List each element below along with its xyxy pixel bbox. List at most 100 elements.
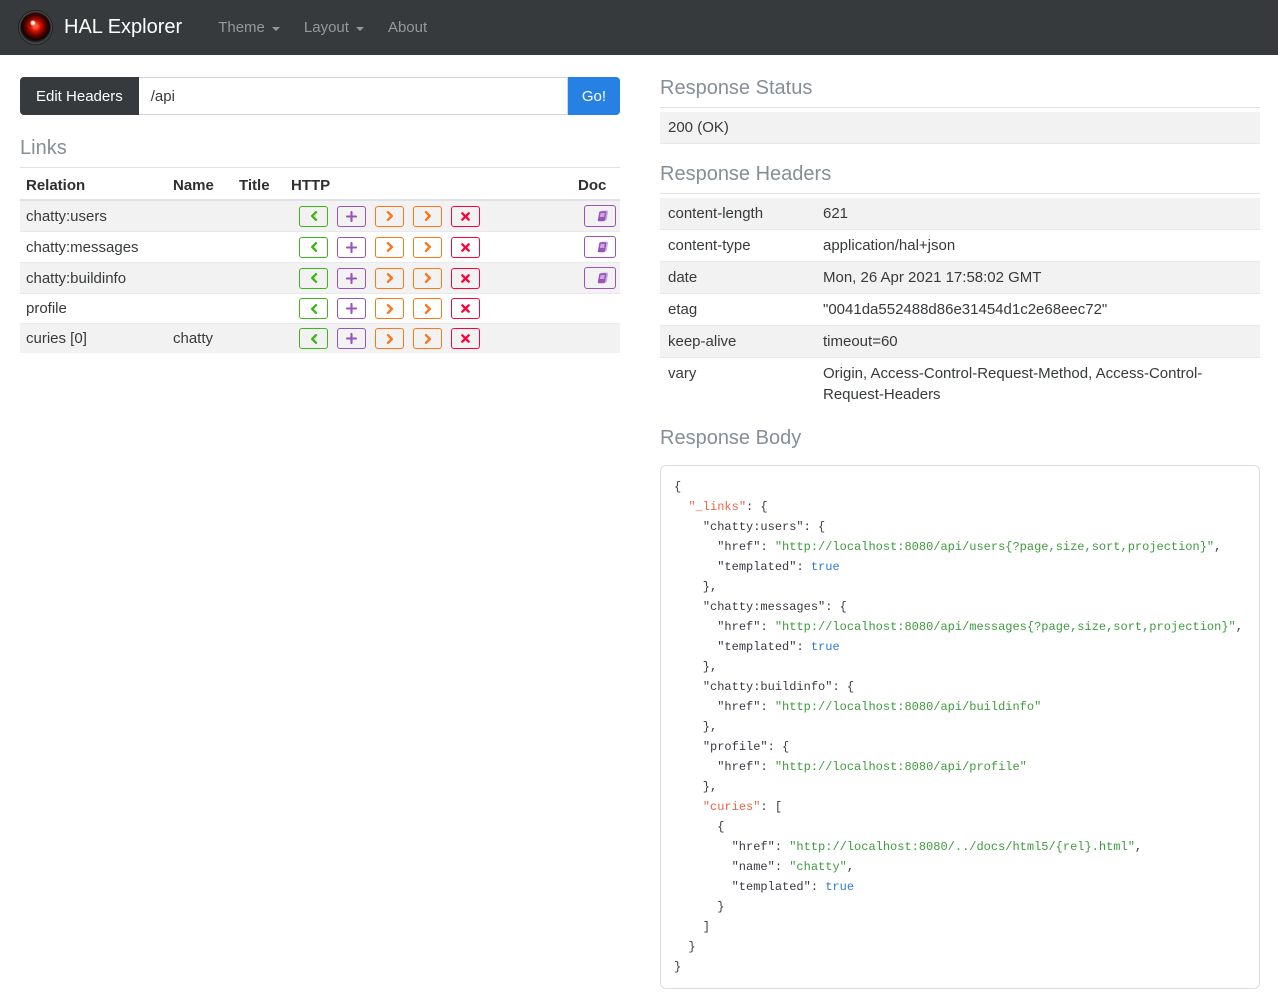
edit-headers-button[interactable]: Edit Headers	[20, 77, 139, 115]
put-request-button[interactable]	[375, 298, 404, 319]
patch-request-button[interactable]	[413, 328, 442, 349]
patch-icon	[423, 304, 433, 314]
post-request-button[interactable]	[337, 328, 366, 349]
get-request-button[interactable]	[299, 206, 328, 227]
column-header-http: HTTP	[285, 172, 572, 200]
header-value-cell: Origin, Access-Control-Request-Method, A…	[815, 358, 1260, 411]
post-icon	[346, 211, 357, 222]
header-name-cell: content-type	[660, 230, 815, 262]
navbar: HAL Explorer Theme Layout About	[0, 0, 1278, 55]
response-status-value: 200 (OK)	[660, 112, 1260, 144]
name-cell	[167, 263, 233, 294]
get-request-button[interactable]	[299, 298, 328, 319]
navbar-menu: Theme Layout About	[206, 11, 439, 44]
doc-button[interactable]	[584, 267, 616, 289]
response-body-json: { "_links": { "chatty:users": { "href": …	[660, 465, 1260, 989]
post-request-button[interactable]	[337, 206, 366, 227]
book-icon	[593, 271, 608, 285]
put-request-button[interactable]	[375, 268, 404, 289]
response-headers-table: content-length621content-typeapplication…	[660, 198, 1260, 410]
doc-button[interactable]	[584, 236, 616, 258]
relation-cell: chatty:buildinfo	[20, 263, 167, 294]
header-value-cell: "0041da552488d86e31454d1c2e68eec72"	[815, 294, 1260, 326]
link-row: chatty:buildinfo	[20, 263, 620, 294]
get-icon	[309, 304, 319, 314]
put-request-button[interactable]	[375, 328, 404, 349]
response-body-title: Response Body	[660, 427, 1260, 457]
put-request-button[interactable]	[375, 237, 404, 258]
patch-icon	[423, 273, 433, 283]
get-request-button[interactable]	[299, 268, 328, 289]
delete-icon	[461, 243, 470, 252]
get-request-button[interactable]	[299, 237, 328, 258]
header-value-cell: timeout=60	[815, 326, 1260, 358]
post-request-button[interactable]	[337, 237, 366, 258]
uri-input[interactable]	[139, 77, 568, 115]
put-icon	[385, 211, 395, 221]
delete-icon	[461, 304, 470, 313]
nav-item-theme[interactable]: Theme	[206, 11, 292, 44]
post-icon	[346, 242, 357, 253]
title-cell	[233, 324, 285, 354]
nav-item-about[interactable]: About	[376, 11, 439, 44]
header-name-cell: etag	[660, 294, 815, 326]
doc-cell	[572, 200, 620, 232]
response-headers-title: Response Headers	[660, 163, 1260, 194]
patch-icon	[423, 334, 433, 344]
patch-request-button[interactable]	[413, 268, 442, 289]
http-buttons-cell	[285, 324, 572, 354]
go-button[interactable]: Go!	[568, 77, 620, 115]
patch-request-button[interactable]	[413, 237, 442, 258]
get-icon	[309, 242, 319, 252]
delete-request-button[interactable]	[451, 328, 480, 349]
nav-item-label: Layout	[304, 19, 349, 36]
book-icon	[593, 240, 608, 254]
response-header-row: etag"0041da552488d86e31454d1c2e68eec72"	[660, 294, 1260, 326]
links-table: Relation Name Title HTTP Doc chatty:user…	[20, 172, 620, 353]
title-cell	[233, 200, 285, 232]
column-header-doc: Doc	[572, 172, 620, 200]
patch-icon	[423, 211, 433, 221]
brand-link[interactable]: HAL Explorer	[19, 11, 182, 44]
delete-icon	[461, 334, 470, 343]
caret-down-icon	[272, 27, 280, 31]
title-cell	[233, 294, 285, 324]
link-row: curies [0]chatty	[20, 324, 620, 354]
header-name-cell: content-length	[660, 198, 815, 230]
title-cell	[233, 263, 285, 294]
nav-item-layout[interactable]: Layout	[292, 11, 376, 44]
delete-request-button[interactable]	[451, 298, 480, 319]
post-request-button[interactable]	[337, 268, 366, 289]
post-request-button[interactable]	[337, 298, 366, 319]
http-buttons-cell	[285, 232, 572, 263]
get-icon	[309, 273, 319, 283]
doc-cell	[572, 232, 620, 263]
http-buttons-cell	[285, 294, 572, 324]
link-row: profile	[20, 294, 620, 324]
delete-request-button[interactable]	[451, 206, 480, 227]
put-icon	[385, 242, 395, 252]
link-row: chatty:users	[20, 200, 620, 232]
doc-cell	[572, 294, 620, 324]
get-request-button[interactable]	[299, 328, 328, 349]
delete-request-button[interactable]	[451, 268, 480, 289]
patch-request-button[interactable]	[413, 298, 442, 319]
doc-button[interactable]	[584, 205, 616, 227]
delete-icon	[461, 274, 470, 283]
response-header-row: content-length621	[660, 198, 1260, 230]
column-header-relation: Relation	[20, 172, 167, 200]
doc-cell	[572, 263, 620, 294]
response-header-row: dateMon, 26 Apr 2021 17:58:02 GMT	[660, 262, 1260, 294]
name-cell	[167, 294, 233, 324]
response-header-row: varyOrigin, Access-Control-Request-Metho…	[660, 358, 1260, 411]
put-request-button[interactable]	[375, 206, 404, 227]
json-code: { "_links": { "chatty:users": { "href": …	[674, 480, 1243, 974]
nav-item-label: About	[388, 19, 427, 36]
header-value-cell: Mon, 26 Apr 2021 17:58:02 GMT	[815, 262, 1260, 294]
links-table-header: Relation Name Title HTTP Doc	[20, 172, 620, 200]
http-buttons-cell	[285, 263, 572, 294]
relation-cell: chatty:users	[20, 200, 167, 232]
patch-request-button[interactable]	[413, 206, 442, 227]
delete-request-button[interactable]	[451, 237, 480, 258]
post-icon	[346, 303, 357, 314]
